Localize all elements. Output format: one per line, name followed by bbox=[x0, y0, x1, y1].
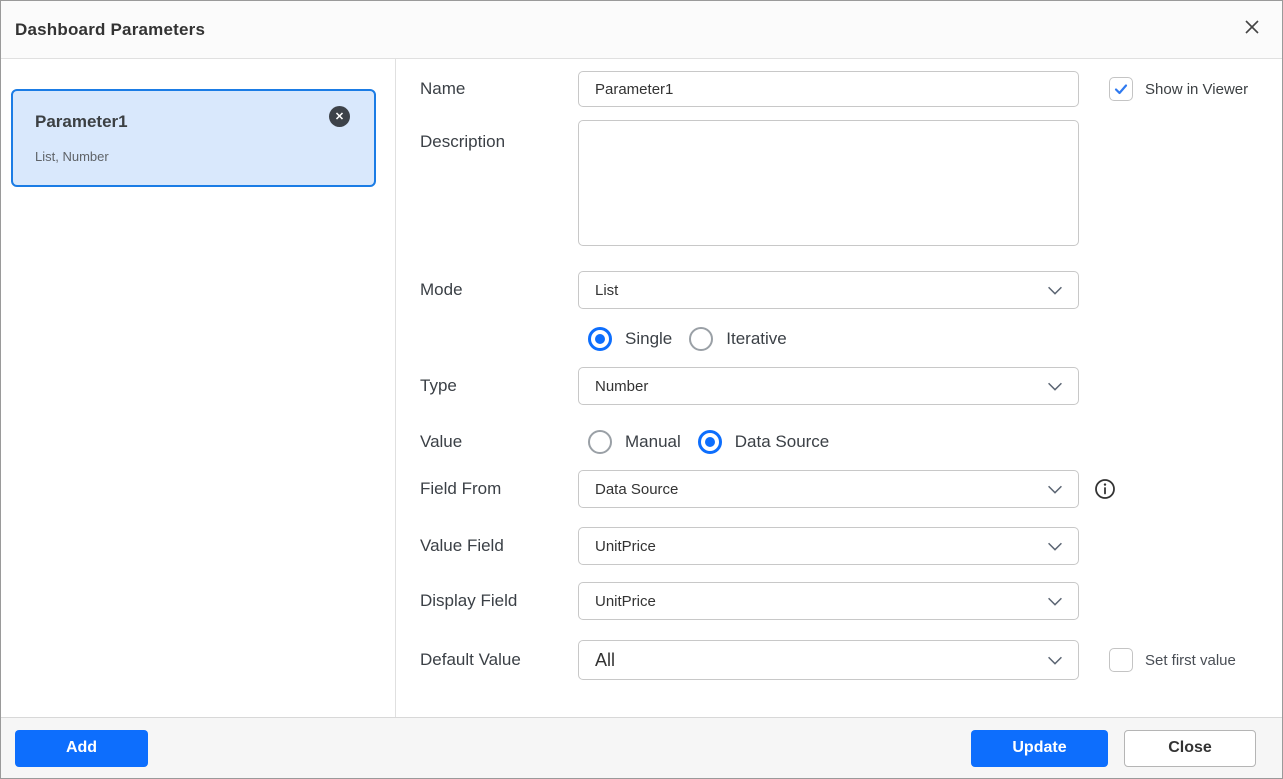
set-first-value-checkbox[interactable]: Set first value bbox=[1109, 648, 1236, 672]
radio-single[interactable]: Single bbox=[588, 327, 672, 351]
checkbox-checked-icon bbox=[1109, 77, 1133, 101]
radio-selected-icon bbox=[698, 430, 722, 454]
radio-selected-icon bbox=[588, 327, 612, 351]
radio-iterative-label: Iterative bbox=[726, 329, 786, 349]
dialog-body: Parameter1 List, Number ✕ Name Show in V… bbox=[1, 59, 1282, 719]
dialog-close-button[interactable] bbox=[1240, 18, 1264, 42]
show-in-viewer-label: Show in Viewer bbox=[1145, 81, 1248, 98]
value-field-label: Value Field bbox=[420, 536, 578, 556]
chevron-down-icon bbox=[1044, 535, 1066, 557]
radio-data-source-label: Data Source bbox=[735, 432, 830, 452]
close-icon bbox=[1244, 19, 1260, 40]
dialog-footer: Add Update Close bbox=[1, 717, 1282, 778]
display-field-select-value: UnitPrice bbox=[595, 593, 656, 610]
field-from-label: Field From bbox=[420, 479, 578, 499]
radio-unselected-icon bbox=[588, 430, 612, 454]
description-row: Description bbox=[420, 120, 1282, 251]
show-in-viewer-checkbox[interactable]: Show in Viewer bbox=[1109, 77, 1248, 101]
update-button[interactable]: Update bbox=[971, 730, 1108, 767]
field-from-row: Field From Data Source bbox=[420, 470, 1282, 508]
radio-unselected-icon bbox=[689, 327, 713, 351]
field-from-select[interactable]: Data Source bbox=[578, 470, 1079, 508]
value-row: Value Manual Data Source bbox=[420, 430, 1282, 454]
mode-select[interactable]: List bbox=[578, 271, 1079, 309]
dashboard-parameters-dialog: { "dialog": { "title": "Dashboard Parame… bbox=[0, 0, 1283, 779]
radio-single-label: Single bbox=[625, 329, 672, 349]
mode-select-value: List bbox=[595, 282, 618, 299]
radio-manual[interactable]: Manual bbox=[588, 430, 681, 454]
parameter-form: Name Show in Viewer Description Mod bbox=[396, 59, 1282, 719]
chevron-down-icon bbox=[1044, 478, 1066, 500]
mode-label: Mode bbox=[420, 280, 578, 300]
name-label: Name bbox=[420, 79, 578, 99]
delete-icon: ✕ bbox=[335, 110, 344, 123]
value-label: Value bbox=[420, 432, 578, 452]
info-icon[interactable] bbox=[1094, 478, 1116, 500]
chevron-down-icon bbox=[1044, 279, 1066, 301]
checkbox-unchecked-icon bbox=[1109, 648, 1133, 672]
chevron-down-icon bbox=[1044, 649, 1066, 671]
description-textarea[interactable] bbox=[578, 120, 1079, 246]
display-field-row: Display Field UnitPrice bbox=[420, 582, 1282, 620]
chevron-down-icon bbox=[1044, 590, 1066, 612]
parameter-card-summary: List, Number bbox=[35, 149, 354, 164]
radio-data-source[interactable]: Data Source bbox=[698, 430, 830, 454]
value-field-select-value: UnitPrice bbox=[595, 538, 656, 555]
type-label: Type bbox=[420, 376, 578, 396]
mode-row: Mode List bbox=[420, 271, 1282, 309]
radio-iterative[interactable]: Iterative bbox=[689, 327, 786, 351]
description-label: Description bbox=[420, 120, 578, 152]
parameter-card-name: Parameter1 bbox=[35, 112, 354, 132]
dialog-header: Dashboard Parameters bbox=[1, 1, 1282, 59]
type-select[interactable]: Number bbox=[578, 367, 1079, 405]
value-field-row: Value Field UnitPrice bbox=[420, 527, 1282, 565]
default-value-select[interactable]: All bbox=[578, 640, 1079, 680]
default-value-select-value: All bbox=[595, 650, 615, 671]
value-options-radio-group: Manual Data Source bbox=[578, 430, 846, 454]
display-field-select[interactable]: UnitPrice bbox=[578, 582, 1079, 620]
default-value-label: Default Value bbox=[420, 650, 578, 670]
footer-actions: Update Close bbox=[971, 730, 1256, 767]
type-select-value: Number bbox=[595, 378, 648, 395]
default-value-row: Default Value All Set first value bbox=[420, 640, 1282, 680]
mode-options-radio-group: Single Iterative bbox=[578, 327, 804, 351]
close-button[interactable]: Close bbox=[1124, 730, 1256, 767]
value-field-select[interactable]: UnitPrice bbox=[578, 527, 1079, 565]
field-from-select-value: Data Source bbox=[595, 481, 678, 498]
name-input[interactable] bbox=[578, 71, 1079, 107]
mode-options-row: Single Iterative bbox=[420, 327, 1282, 351]
chevron-down-icon bbox=[1044, 375, 1066, 397]
type-row: Type Number bbox=[420, 367, 1282, 405]
add-button[interactable]: Add bbox=[15, 730, 148, 767]
dialog-title: Dashboard Parameters bbox=[15, 20, 205, 40]
radio-manual-label: Manual bbox=[625, 432, 681, 452]
parameter-list-panel: Parameter1 List, Number ✕ bbox=[1, 59, 396, 719]
parameter-card[interactable]: Parameter1 List, Number ✕ bbox=[11, 89, 376, 187]
set-first-value-label: Set first value bbox=[1145, 652, 1236, 669]
display-field-label: Display Field bbox=[420, 591, 578, 611]
name-row: Name Show in Viewer bbox=[420, 71, 1282, 107]
delete-parameter-button[interactable]: ✕ bbox=[329, 106, 350, 127]
